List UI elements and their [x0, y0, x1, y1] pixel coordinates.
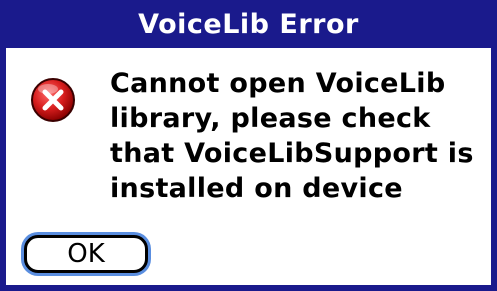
error-dialog: VoiceLib Error Cannot open VoiceLib libr… [0, 0, 497, 291]
ok-button[interactable]: OK [24, 235, 148, 273]
ok-button-label: OK [67, 239, 105, 269]
error-x-icon [30, 77, 76, 123]
dialog-title: VoiceLib Error [138, 8, 359, 40]
error-message: Cannot open VoiceLib library, please che… [110, 68, 474, 204]
dialog-titlebar: VoiceLib Error [0, 0, 497, 48]
